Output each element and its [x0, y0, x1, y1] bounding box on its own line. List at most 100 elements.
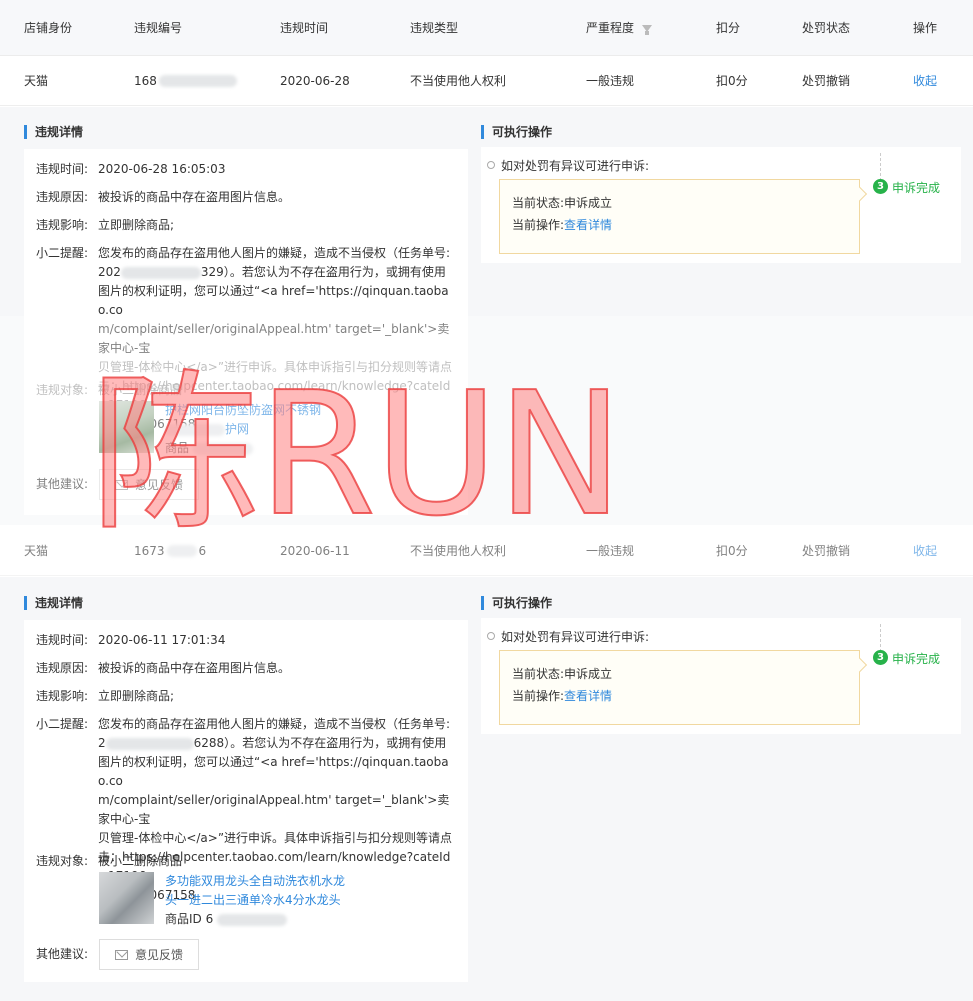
- current-op-label: 当前操作:: [512, 218, 565, 232]
- violation-reason-value: 被投诉的商品中存在盗用图片信息。: [98, 190, 291, 204]
- label: 违规时间:: [36, 162, 89, 176]
- tip-line: 您发布的商品存在盗用他人图片的嫌疑，造成不当侵权（任务单号:: [98, 717, 451, 731]
- violation-target-value: 被小二删除商品: [98, 854, 183, 868]
- current-status-line: 当前状态:申诉成立: [512, 194, 612, 212]
- cell-violation-id: 1673 6: [134, 526, 206, 575]
- product-thumbnail[interactable]: [99, 872, 154, 924]
- product-info: 多功能双用龙头全自动洗衣机水龙 头一进二出三通单冷水4分水龙头 商品ID 6: [165, 872, 345, 929]
- product-title-text: 护网: [225, 422, 250, 436]
- cell-shop: 天猫: [24, 544, 49, 558]
- violation-time-row: 违规时间: 2020-06-28 16:05:03: [36, 160, 456, 179]
- label: 违规影响:: [36, 689, 89, 703]
- cell-severity: 一般违规: [586, 544, 635, 558]
- filter-icon[interactable]: [642, 25, 653, 35]
- step-complete-label: 申诉完成: [892, 181, 941, 195]
- current-op-line: 当前操作:查看详情: [512, 687, 612, 705]
- violation-target-row: 违规对象: 被小二删除商品: [36, 852, 456, 871]
- violation-impact-value: 立即删除商品;: [98, 218, 175, 232]
- redacted-blur: [158, 74, 237, 87]
- label: 违规原因:: [36, 190, 89, 204]
- product-title-line[interactable]: 护网: [165, 420, 321, 439]
- label: 小二提醒:: [36, 246, 89, 260]
- cell-violation-id: 168: [134, 56, 237, 105]
- product-info: 护栏网阳台防坠防盗网不锈钢 护网 商品: [165, 401, 321, 458]
- violation-reason-row: 违规原因: 被投诉的商品中存在盗用图片信息。: [36, 188, 456, 207]
- violation-id-visible: 168: [134, 73, 157, 88]
- action-section-title: 可执行操作: [481, 596, 552, 610]
- appeal-status-box: 当前状态:申诉成立 当前操作:查看详情: [499, 179, 868, 254]
- tip-line: 图片的权利证明，您可以通过“<a href='https://qinquan.t…: [98, 755, 449, 788]
- feedback-button-label: 意见反馈: [134, 948, 183, 962]
- product-title-line[interactable]: 头一进二出三通单冷水4分水龙头: [165, 891, 345, 910]
- step-number-badge: 3: [873, 650, 888, 665]
- box-arrow: [852, 186, 868, 202]
- table-header: 店铺身份 违规编号 违规时间 违规类型 严重程度 扣分 处罚状态 操作: [0, 0, 973, 56]
- product-title-line[interactable]: 护栏网阳台防坠防盗网不锈钢: [165, 401, 321, 420]
- violation-impact-value: 立即删除商品;: [98, 689, 175, 703]
- header-operation: 操作: [913, 21, 938, 35]
- header-severity-label: 严重程度: [586, 21, 635, 35]
- redacted-blur: [105, 737, 194, 750]
- product-title-line[interactable]: 多功能双用龙头全自动洗衣机水龙: [165, 872, 345, 891]
- collapse-link[interactable]: 收起: [913, 56, 937, 105]
- action-section-title: 可执行操作: [481, 125, 552, 139]
- cell-violation-time: 2020-06-11: [280, 543, 350, 558]
- violation-reason-row: 违规原因: 被投诉的商品中存在盗用图片信息。: [36, 659, 456, 678]
- collapse-link[interactable]: 收起: [913, 526, 937, 575]
- label: 其他建议:: [36, 477, 89, 491]
- redacted-blur: [120, 266, 201, 279]
- violation-time-value: 2020-06-11 17:01:34: [98, 633, 226, 647]
- action-panel: 如对处罚有异议可进行申诉: 3 申诉完成 当前状态:申诉成立 当前操作:查看详情: [481, 147, 961, 263]
- action-panel: 如对处罚有异议可进行申诉: 3 申诉完成 当前状态:申诉成立 当前操作:查看详情: [481, 618, 961, 734]
- product-id-text: 商品: [165, 441, 190, 455]
- step-complete-label: 申诉完成: [892, 652, 941, 666]
- header-violation-time: 违规时间: [280, 21, 329, 35]
- product-id: 商品: [165, 439, 321, 458]
- label: 违规对象:: [36, 383, 89, 397]
- table-row: 天猫 1673 6 2020-06-11 不当使用他人权利 一般违规 扣0分 处罚…: [0, 526, 973, 576]
- redacted-blur: [166, 544, 197, 557]
- label: 违规对象:: [36, 854, 89, 868]
- timeline-dot: [487, 632, 495, 640]
- view-details-link[interactable]: 查看详情: [564, 218, 612, 232]
- cell-points: 扣0分: [716, 74, 748, 88]
- redacted-blur: [165, 423, 225, 436]
- detail-section-title: 违规详情: [24, 596, 83, 610]
- product-id-text: 商品ID 6: [165, 912, 214, 926]
- product-card[interactable]: 护栏网阳台防坠防盗网不锈钢 护网 商品: [99, 401, 321, 458]
- box-arrow: [852, 657, 868, 673]
- redacted-blur: [193, 442, 254, 455]
- view-details-link[interactable]: 查看详情: [564, 689, 612, 703]
- tip-task-number-head: 202: [98, 265, 121, 279]
- violation-target-row: 违规对象: 被小二删除商品: [36, 381, 456, 400]
- tip-line: 。若您认为不存在盗用行为，或拥有使用: [230, 736, 447, 750]
- feedback-button[interactable]: 意见反馈: [99, 469, 199, 500]
- timeline-dot: [487, 161, 495, 169]
- current-status-label: 当前状态:: [512, 196, 565, 210]
- cell-violation-type: 不当使用他人权利: [410, 74, 507, 88]
- product-card[interactable]: 多功能双用龙头全自动洗衣机水龙 头一进二出三通单冷水4分水龙头 商品ID 6: [99, 872, 345, 929]
- cell-penalty-status: 处罚撤销: [802, 544, 851, 558]
- violation-id-tail: 6: [198, 543, 207, 558]
- header-severity[interactable]: 严重程度: [586, 0, 653, 55]
- cell-shop: 天猫: [24, 74, 49, 88]
- tip-line: m/complaint/seller/originalAppeal.htm' t…: [98, 793, 450, 826]
- tip-line: 贝管理-体检中心</a>”进行申诉。具体申诉指引与扣分规则等请点: [98, 831, 453, 845]
- appeal-status-box: 当前状态:申诉成立 当前操作:查看详情: [499, 650, 868, 725]
- tip-line: m/complaint/seller/originalAppeal.htm' t…: [98, 322, 450, 355]
- current-status-value: 申诉成立: [564, 667, 613, 681]
- violation-impact-row: 违规影响: 立即删除商品;: [36, 687, 456, 706]
- label: 其他建议:: [36, 947, 89, 961]
- feedback-button[interactable]: 意见反馈: [99, 939, 199, 970]
- mail-icon: [114, 479, 128, 490]
- current-status-label: 当前状态:: [512, 667, 565, 681]
- mail-icon: [114, 949, 128, 960]
- step-number-badge: 3: [873, 179, 888, 194]
- product-thumbnail[interactable]: [99, 401, 154, 453]
- header-violation-id: 违规编号: [134, 21, 183, 35]
- current-op-line: 当前操作:查看详情: [512, 216, 612, 234]
- tip-line: 。若您认为不存在盗用行为，或拥有使用: [229, 265, 446, 279]
- tip-task-number-tail: 6288）: [193, 736, 231, 750]
- detail-panel: 违规时间: 2020-06-28 16:05:03 违规原因: 被投诉的商品中存在盗…: [24, 149, 468, 515]
- detail-section-title: 违规详情: [24, 125, 83, 139]
